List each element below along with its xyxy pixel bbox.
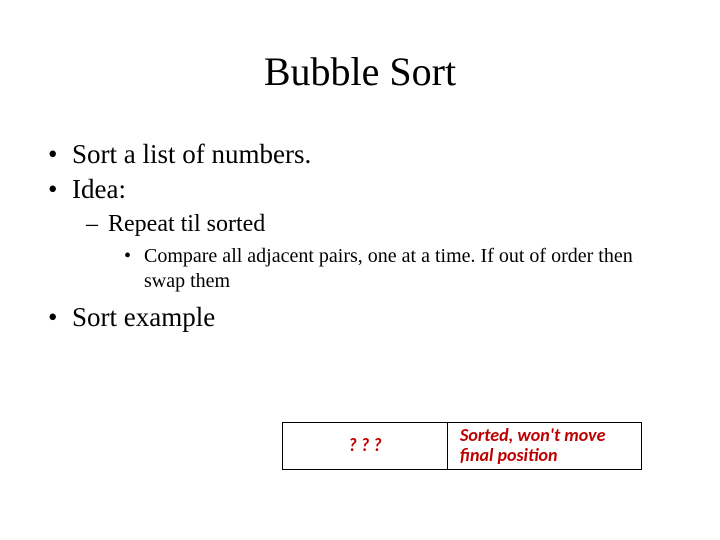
bullet-level1: • Sort a list of numbers. [48, 139, 692, 170]
legend-unknown-text: ? ? ? [348, 436, 381, 456]
legend-sorted-cell: Sorted, won't move final position [448, 422, 642, 470]
bullet-marker: • [124, 244, 144, 294]
bullet-marker: • [48, 174, 72, 205]
bullet-level1: • Idea: [48, 174, 692, 205]
bullet-text: Compare all adjacent pairs, one at a tim… [144, 244, 664, 294]
bullet-text: Idea: [72, 174, 126, 205]
legend-sorted-text: Sorted, won't move final position [460, 426, 629, 466]
dash-marker: – [86, 211, 108, 238]
bullet-level2: – Repeat til sorted [86, 211, 692, 238]
bullet-text: Sort example [72, 302, 215, 333]
bullet-text: Repeat til sorted [108, 211, 265, 238]
bullet-marker: • [48, 302, 72, 333]
slide-title: Bubble Sort [28, 48, 692, 95]
legend-table: ? ? ? Sorted, won't move final position [282, 422, 642, 470]
bullet-level3: • Compare all adjacent pairs, one at a t… [124, 244, 664, 294]
bullet-text: Sort a list of numbers. [72, 139, 311, 170]
bullet-level1: • Sort example [48, 302, 692, 333]
bullet-marker: • [48, 139, 72, 170]
legend-unknown-cell: ? ? ? [282, 422, 448, 470]
